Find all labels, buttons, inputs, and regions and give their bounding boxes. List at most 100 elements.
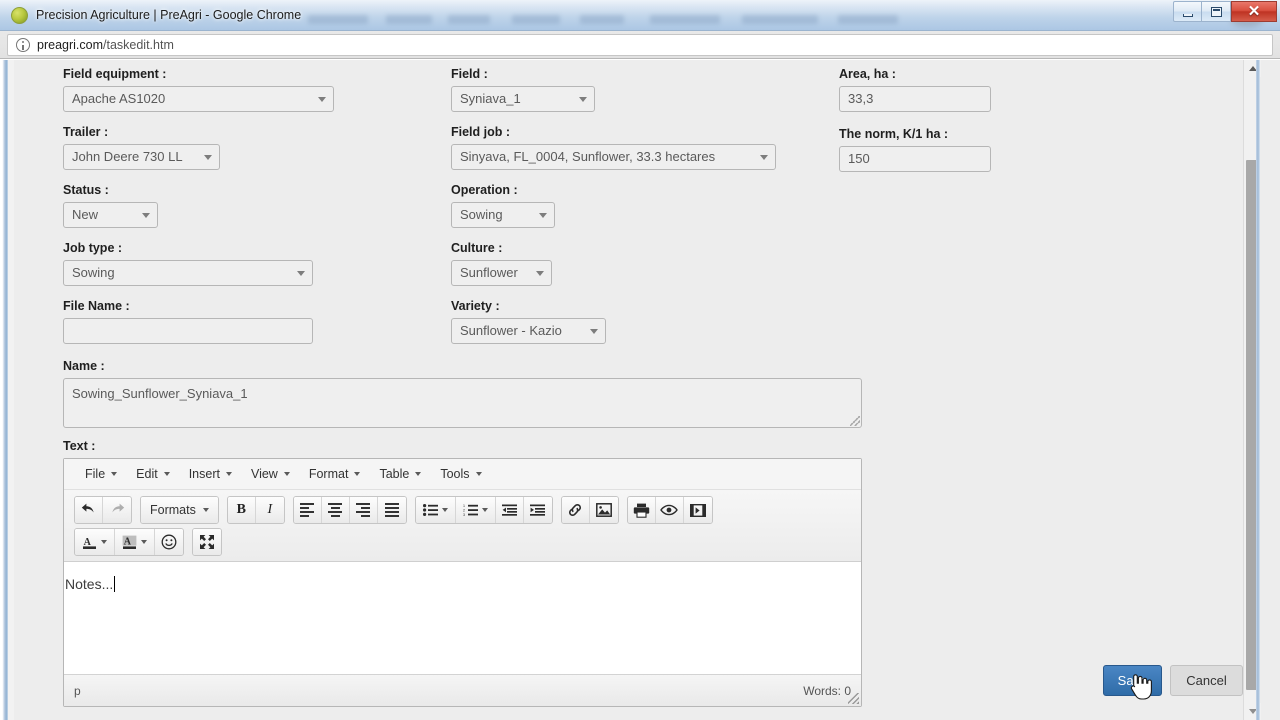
menu-table[interactable]: Table <box>370 463 431 485</box>
background-page-blur <box>448 15 490 24</box>
resize-grip-icon[interactable] <box>850 416 860 426</box>
name-textarea[interactable]: Sowing_Sunflower_Syniava_1 <box>63 378 862 428</box>
menu-file[interactable]: File <box>76 463 127 485</box>
redo-button[interactable] <box>103 497 131 523</box>
align-justify-button[interactable] <box>377 497 406 523</box>
preview-button[interactable] <box>655 497 684 523</box>
culture-label: Culture : <box>451 241 503 255</box>
field-equipment-select[interactable]: Apache AS1020 <box>63 86 334 112</box>
italic-button[interactable]: I <box>255 497 284 523</box>
info-circle-icon[interactable] <box>16 38 30 52</box>
chevron-down-icon <box>539 213 547 218</box>
indent-button[interactable] <box>523 497 552 523</box>
svg-text:A: A <box>124 536 132 547</box>
chevron-down-icon <box>142 213 150 218</box>
insert-link-button[interactable] <box>561 497 590 523</box>
background-color-button[interactable]: A <box>115 529 155 555</box>
trailer-value: John Deere 730 LL <box>72 149 183 164</box>
redo-icon <box>112 503 125 513</box>
element-path[interactable]: p <box>74 684 81 698</box>
variety-select[interactable]: Sunflower - Kazio <box>451 318 606 344</box>
editor-resize-grip-icon[interactable] <box>848 693 859 704</box>
status-select[interactable]: New <box>63 202 158 228</box>
align-left-icon <box>300 503 315 517</box>
fullscreen-button[interactable] <box>193 529 221 555</box>
save-button[interactable]: Save <box>1103 665 1162 696</box>
svg-text:A: A <box>84 537 92 548</box>
formats-label: Formats <box>150 503 196 517</box>
bold-button[interactable]: B <box>227 497 256 523</box>
bullet-list-button[interactable] <box>415 497 456 523</box>
file-name-label: File Name : <box>63 299 130 313</box>
file-name-input[interactable] <box>63 318 313 344</box>
insert-group <box>560 496 619 524</box>
tools-group <box>626 496 713 524</box>
variety-label: Variety : <box>451 299 500 313</box>
status-group: Status : New <box>63 183 158 228</box>
undo-icon <box>81 503 94 513</box>
maximize-icon <box>1211 7 1222 17</box>
editor-toolbar-row-1: Formats B I 1 2 3 <box>64 494 861 526</box>
job-type-select[interactable]: Sowing <box>63 260 313 286</box>
cancel-button[interactable]: Cancel <box>1170 665 1243 696</box>
background-page-blur <box>838 15 898 24</box>
text-color-button[interactable]: A <box>75 529 115 555</box>
close-button[interactable]: ✕ <box>1231 1 1277 22</box>
bullet-list-icon <box>422 504 438 516</box>
outdent-button[interactable] <box>495 497 524 523</box>
field-select[interactable]: Syniava_1 <box>451 86 595 112</box>
menu-edit[interactable]: Edit <box>127 463 180 485</box>
status-value: New <box>72 207 99 222</box>
menu-table-label: Table <box>379 467 410 481</box>
operation-select[interactable]: Sowing <box>451 202 555 228</box>
insert-media-button[interactable] <box>683 497 712 523</box>
browser-window: Precision Agriculture | PreAgri - Google… <box>0 0 1280 720</box>
fullscreen-group <box>192 528 222 556</box>
area-input[interactable]: 33,3 <box>839 86 991 112</box>
emoticons-button[interactable] <box>155 529 183 555</box>
chevron-down-icon <box>481 508 488 512</box>
numbered-list-button[interactable]: 1 2 3 <box>455 497 496 523</box>
field-job-select[interactable]: Sinyava, FL_0004, Sunflower, 33.3 hectar… <box>451 144 776 170</box>
menu-insert[interactable]: Insert <box>180 463 242 485</box>
address-bar[interactable]: preagri.com/taskedit.htm <box>7 34 1273 56</box>
chevron-down-icon <box>111 472 118 476</box>
background-page-blur <box>308 15 368 24</box>
formats-dropdown[interactable]: Formats <box>141 497 218 523</box>
align-center-button[interactable] <box>321 497 350 523</box>
browser-toolbar: preagri.com/taskedit.htm <box>0 31 1280 59</box>
editor-content-area[interactable]: Notes... <box>64 562 861 680</box>
culture-select[interactable]: Sunflower <box>451 260 552 286</box>
job-type-label: Job type : <box>63 241 123 255</box>
maximize-button[interactable] <box>1202 1 1231 22</box>
trailer-select[interactable]: John Deere 730 LL <box>63 144 220 170</box>
menu-tools[interactable]: Tools <box>431 463 491 485</box>
chevron-down-icon <box>415 472 422 476</box>
minimize-icon <box>1183 14 1193 17</box>
file-name-group: File Name : <box>63 299 313 344</box>
alignment-group <box>292 496 407 524</box>
name-value: Sowing_Sunflower_Syniava_1 <box>72 386 248 401</box>
menu-edit-label: Edit <box>136 467 158 481</box>
cancel-button-label: Cancel <box>1186 673 1227 688</box>
status-label: Status : <box>63 183 109 197</box>
print-button[interactable] <box>627 497 656 523</box>
outdent-icon <box>501 504 517 516</box>
menu-view[interactable]: View <box>242 463 300 485</box>
menu-format[interactable]: Format <box>300 463 371 485</box>
name-label: Name : <box>63 359 105 373</box>
chevron-down-icon <box>163 472 170 476</box>
color-group: A A <box>74 528 184 556</box>
norm-input[interactable]: 150 <box>839 146 991 172</box>
undo-button[interactable] <box>75 497 103 523</box>
job-type-group: Job type : Sowing <box>63 241 313 286</box>
job-type-value: Sowing <box>72 265 115 280</box>
align-right-button[interactable] <box>349 497 378 523</box>
fullscreen-icon <box>200 535 214 549</box>
field-equipment-value: Apache AS1020 <box>72 91 166 106</box>
insert-image-button[interactable] <box>589 497 618 523</box>
italic-icon: I <box>267 502 273 517</box>
align-left-button[interactable] <box>293 497 322 523</box>
chevron-down-icon <box>204 155 212 160</box>
minimize-button[interactable] <box>1173 1 1202 22</box>
